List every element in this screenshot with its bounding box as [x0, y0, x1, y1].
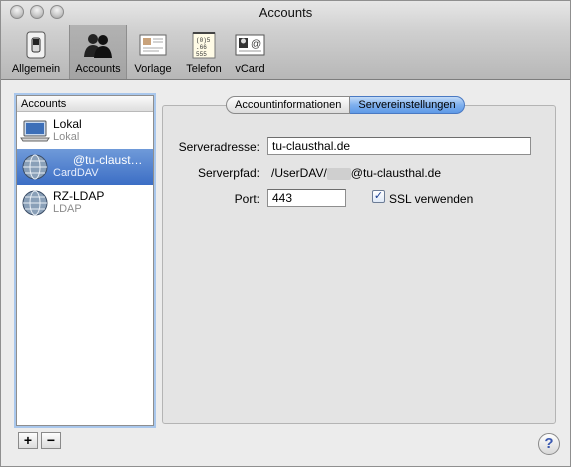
- help-button[interactable]: ?: [538, 433, 560, 455]
- add-account-button[interactable]: +: [18, 432, 38, 449]
- server-path-prefix: /UserDAV/: [271, 166, 327, 180]
- toolbar-item-telefon[interactable]: (0)5 .66 555 Telefon: [181, 25, 227, 79]
- server-path-suffix: @tu-clausthal.de: [350, 166, 442, 180]
- account-type: Lokal: [53, 131, 80, 143]
- account-item-carddav[interactable]: @tu-claust… CardDAV: [17, 149, 153, 185]
- svg-text:555: 555: [196, 51, 207, 58]
- toolbar-item-vcard[interactable]: @ vCard: [230, 25, 270, 79]
- redacted-username: [326, 167, 351, 180]
- accounts-list-header: Accounts: [17, 96, 153, 112]
- phone-notepad-icon: (0)5 .66 555: [192, 32, 216, 59]
- tab-servereinstellungen[interactable]: Servereinstellungen: [350, 96, 465, 114]
- account-name: RZ-LDAP: [53, 189, 105, 203]
- toolbar-item-vorlage[interactable]: Vorlage: [130, 25, 176, 79]
- toolbar-label: Telefon: [186, 63, 222, 75]
- toolbar-item-accounts[interactable]: Accounts: [69, 25, 127, 79]
- template-card-icon: [139, 34, 167, 56]
- tab-bar: Accountinformationen Servereinstellungen: [226, 96, 465, 114]
- account-item-rz-ldap[interactable]: RZ-LDAP LDAP: [17, 185, 153, 221]
- account-item-lokal[interactable]: Lokal Lokal: [17, 113, 153, 149]
- account-type: CardDAV: [53, 167, 99, 179]
- port-label: Port:: [234, 192, 260, 206]
- server-address-field[interactable]: tu-clausthal.de: [267, 137, 531, 155]
- ssl-checkbox[interactable]: ✓: [372, 190, 385, 203]
- ssl-label: SSL verwenden: [389, 192, 474, 206]
- svg-text:@: @: [251, 39, 261, 50]
- server-address-label: Serveradresse:: [178, 140, 260, 154]
- server-path-value: /UserDAV/ @tu-clausthal.de: [271, 166, 441, 180]
- title-toolbar: Accounts Allgemein Accounts Vorlage (0)5…: [1, 1, 570, 80]
- network-globe-icon: [22, 190, 48, 216]
- svg-text:.66: .66: [196, 44, 207, 51]
- toolbar-label: Vorlage: [134, 63, 172, 75]
- preferences-window: Accounts Allgemein Accounts Vorlage (0)5…: [0, 0, 571, 467]
- account-name: Lokal: [53, 117, 82, 131]
- accounts-people-icon: [84, 34, 112, 58]
- account-name: @tu-claust…: [73, 153, 143, 167]
- network-globe-icon: [22, 154, 48, 180]
- remove-account-button[interactable]: −: [41, 432, 61, 449]
- general-switch-icon: [26, 31, 46, 59]
- vcard-icon: @: [235, 34, 265, 56]
- tab-accountinformationen[interactable]: Accountinformationen: [226, 96, 351, 114]
- toolbar-item-allgemein[interactable]: Allgemein: [5, 25, 67, 79]
- toolbar-label: Accounts: [75, 63, 121, 75]
- svg-text:(0)5: (0)5: [196, 37, 211, 44]
- account-type: LDAP: [53, 203, 82, 215]
- toolbar-label: Allgemein: [11, 63, 61, 75]
- laptop-icon: [20, 120, 50, 142]
- port-field[interactable]: 443: [267, 189, 346, 207]
- toolbar-label: vCard: [235, 63, 265, 75]
- server-path-label: Serverpfad:: [197, 166, 260, 180]
- window-title: Accounts: [258, 5, 313, 20]
- accounts-list[interactable]: Accounts Lokal Lokal @tu-claust… CardDAV: [16, 95, 154, 426]
